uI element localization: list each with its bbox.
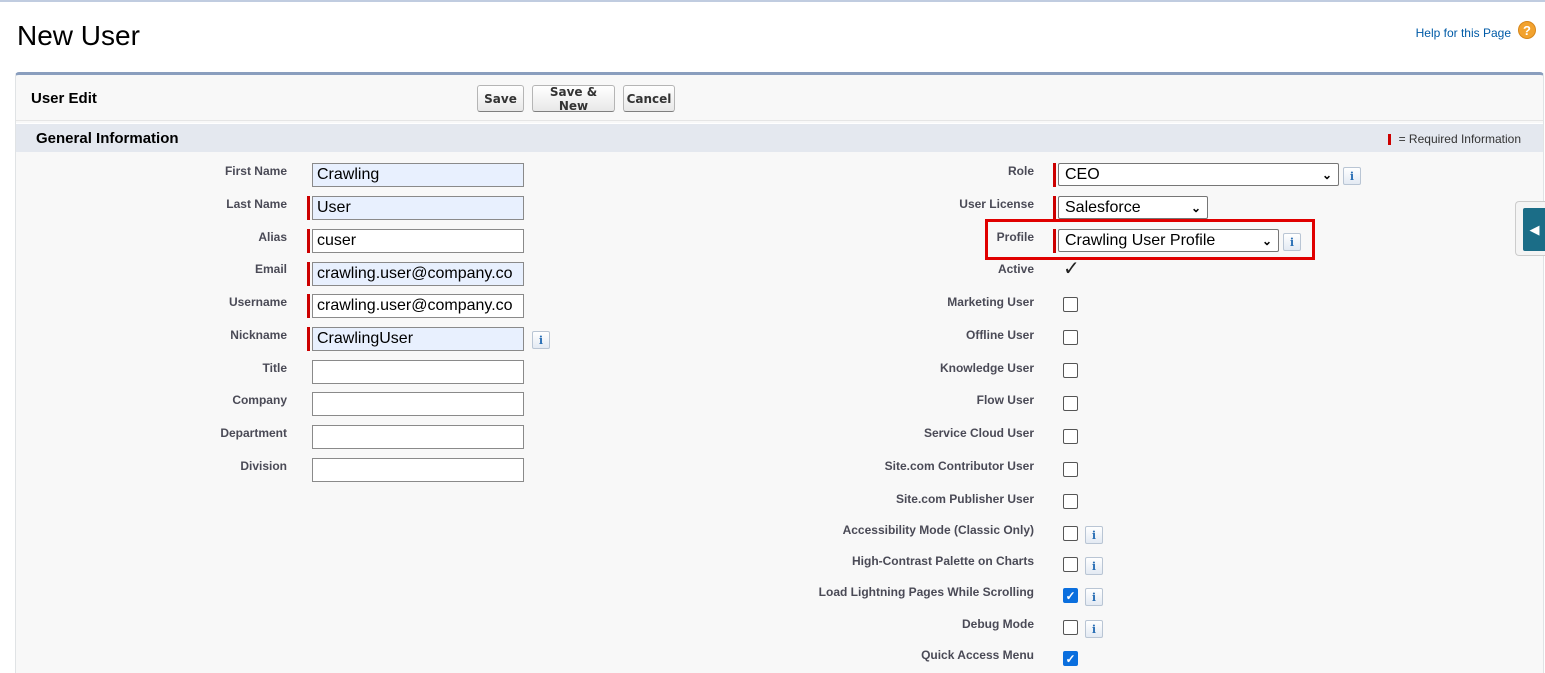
service-cloud-user-label: Service Cloud User — [923, 426, 1034, 440]
company-label: Company — [232, 393, 287, 407]
chevron-down-icon: ⌄ — [1321, 167, 1332, 182]
active-checkmark-icon[interactable]: ✓ — [1063, 256, 1080, 281]
offline-user-checkbox[interactable] — [1063, 330, 1078, 345]
title-input[interactable] — [312, 360, 524, 384]
help-link[interactable]: Help for this Page — [1416, 26, 1511, 40]
flow-user-checkbox[interactable] — [1063, 396, 1078, 411]
username-input[interactable]: crawling.user@company.co — [312, 294, 524, 318]
debug-mode-checkbox[interactable] — [1063, 620, 1078, 635]
top-border — [0, 0, 1545, 2]
email-input[interactable]: crawling.user@company.co — [312, 262, 524, 286]
email-label: Email — [254, 262, 287, 276]
site-publisher-label: Site.com Publisher User — [895, 492, 1034, 506]
knowledge-user-label: Knowledge User — [939, 361, 1034, 375]
marketing-user-label: Marketing User — [947, 295, 1034, 309]
save-and-new-button[interactable]: Save & New — [532, 85, 615, 113]
division-label: Division — [240, 459, 287, 473]
chevron-down-icon: ⌄ — [1190, 200, 1201, 215]
site-contributor-label: Site.com Contributor User — [884, 459, 1034, 473]
service-cloud-user-checkbox[interactable] — [1063, 429, 1078, 444]
department-input[interactable] — [312, 425, 524, 449]
required-legend-text: = Required Information — [1398, 132, 1521, 146]
accessibility-mode-info-icon[interactable]: i — [1085, 526, 1103, 544]
high-contrast-checkbox[interactable] — [1063, 557, 1078, 572]
alias-input[interactable]: cuser — [312, 229, 524, 253]
profile-highlight-box — [985, 219, 1315, 260]
save-button[interactable]: Save — [477, 85, 524, 112]
required-legend: = Required Information — [1387, 132, 1521, 146]
role-info-icon[interactable]: i — [1343, 167, 1361, 185]
alias-label: Alias — [258, 230, 287, 244]
knowledge-user-checkbox[interactable] — [1063, 363, 1078, 378]
site-publisher-checkbox[interactable] — [1063, 494, 1078, 509]
debug-mode-info-icon[interactable]: i — [1085, 620, 1103, 638]
side-panel-tab[interactable]: ◀ — [1515, 201, 1545, 256]
required-bar — [1053, 196, 1056, 220]
high-contrast-info-icon[interactable]: i — [1085, 557, 1103, 575]
accessibility-mode-label: Accessibility Mode (Classic Only) — [842, 523, 1034, 537]
nickname-label: Nickname — [230, 328, 287, 342]
required-bar — [307, 294, 310, 318]
panel-header: User Edit Save Save & New Cancel — [16, 75, 1543, 121]
department-label: Department — [220, 426, 287, 440]
section-title: General Information — [36, 130, 179, 147]
last-name-input[interactable]: User — [312, 196, 524, 220]
first-name-input[interactable]: Crawling — [312, 163, 524, 187]
user-license-label: User License — [959, 197, 1034, 211]
load-lightning-checkbox[interactable]: ✓ — [1063, 588, 1078, 603]
division-input[interactable] — [312, 458, 524, 482]
role-label: Role — [1007, 164, 1034, 178]
marketing-user-checkbox[interactable] — [1063, 297, 1078, 312]
load-lightning-label: Load Lightning Pages While Scrolling — [818, 585, 1034, 599]
title-label: Title — [262, 361, 287, 375]
question-icon[interactable]: ? — [1518, 21, 1536, 39]
quick-access-label: Quick Access Menu — [921, 648, 1034, 662]
role-select[interactable]: CEO ⌄ — [1058, 163, 1339, 186]
user-license-select-value: Salesforce — [1065, 198, 1141, 216]
username-label: Username — [228, 295, 287, 309]
nickname-info-icon[interactable]: i — [532, 331, 550, 349]
high-contrast-label: High-Contrast Palette on Charts — [851, 554, 1034, 568]
required-bar-icon — [1387, 133, 1391, 145]
required-bar — [1053, 163, 1056, 187]
company-input[interactable] — [312, 392, 524, 416]
debug-mode-label: Debug Mode — [962, 617, 1034, 631]
active-label: Active — [997, 262, 1034, 276]
arrow-left-icon: ◀ — [1523, 208, 1545, 251]
panel-title: User Edit — [31, 90, 97, 107]
flow-user-label: Flow User — [976, 393, 1034, 407]
page-title: New User — [17, 20, 140, 51]
first-name-label: First Name — [224, 164, 287, 178]
required-bar — [307, 327, 310, 351]
accessibility-mode-checkbox[interactable] — [1063, 526, 1078, 541]
required-bar — [307, 229, 310, 253]
role-select-value: CEO — [1065, 165, 1100, 183]
required-bar — [307, 196, 310, 220]
offline-user-label: Offline User — [965, 328, 1034, 342]
section-header: General Information = Required Informati… — [16, 123, 1543, 152]
cancel-button[interactable]: Cancel — [623, 85, 675, 112]
load-lightning-info-icon[interactable]: i — [1085, 588, 1103, 606]
last-name-label: Last Name — [226, 197, 287, 211]
required-bar — [307, 262, 310, 286]
quick-access-checkbox[interactable]: ✓ — [1063, 651, 1078, 666]
nickname-input[interactable]: CrawlingUser — [312, 327, 524, 351]
site-contributor-checkbox[interactable] — [1063, 462, 1078, 477]
user-license-select[interactable]: Salesforce ⌄ — [1058, 196, 1208, 219]
